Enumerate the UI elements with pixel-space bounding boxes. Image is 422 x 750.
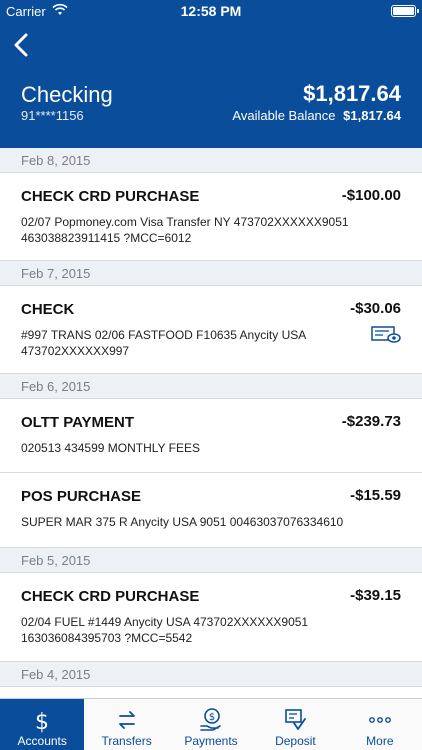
transaction-amount: -$15.59	[350, 487, 401, 504]
battery-icon	[391, 5, 419, 17]
tab-more[interactable]: More	[338, 699, 422, 750]
account-number: 91****1156	[21, 108, 84, 123]
transaction-row[interactable]: CHECK CRD PURCHASE -$100.00 02/07 Popmon…	[0, 173, 422, 261]
dollar-icon: $	[35, 710, 49, 733]
transaction-description: 02/07 Popmoney.com Visa Transfer NY 4737…	[21, 215, 349, 245]
available-balance-value: $1,817.64	[343, 108, 401, 123]
more-dots-icon	[368, 717, 391, 723]
svg-text:$: $	[209, 712, 215, 723]
transaction-title: POS PURCHASE	[21, 488, 142, 505]
transaction-description: 02/04 FUEL #1449 Anycity USA 473702XXXXX…	[21, 615, 309, 645]
status-time: 12:58 PM	[180, 3, 242, 19]
transaction-amount: -$30.06	[350, 300, 401, 317]
transaction-title: OLTT PAYMENT	[21, 414, 135, 431]
transaction-row[interactable]: OLTT PAYMENT -$239.73 020513 434599 MONT…	[0, 399, 422, 473]
transaction-description: #997 TRANS 02/06 FASTFOOD F10635 Anycity…	[21, 328, 306, 358]
account-header: Carrier 12:58 PM Checking 91****1156 $1,…	[0, 0, 422, 148]
transaction-list: Feb 8, 2015 CHECK CRD PURCHASE -$100.00 …	[0, 148, 422, 687]
transaction-title: CHECK CRD PURCHASE	[21, 188, 200, 205]
available-balance-label: Available Balance	[232, 108, 336, 123]
tab-label: More	[366, 734, 394, 748]
svg-text:$: $	[35, 710, 49, 733]
transaction-title: CHECK	[21, 301, 75, 318]
date-header: Feb 8, 2015	[0, 148, 422, 173]
check-image-icon[interactable]	[371, 326, 401, 344]
date-header: Feb 6, 2015	[0, 374, 422, 399]
date-header: Feb 7, 2015	[0, 261, 422, 286]
transaction-description: 020513 434599 MONTHLY FEES	[21, 441, 200, 455]
tab-label: Payments	[184, 734, 238, 748]
transfer-arrows-icon	[118, 711, 135, 729]
tab-bar: $ Accounts Transfers $ Payments Deposit	[0, 698, 422, 750]
payments-icon: $	[200, 708, 221, 731]
back-button[interactable]	[12, 32, 42, 58]
transaction-title: CHECK CRD PURCHASE	[21, 588, 200, 605]
transaction-row[interactable]: CHECK -$30.06 #997 TRANS 02/06 FASTFOOD …	[0, 286, 422, 374]
transaction-row[interactable]: CHECK CRD PURCHASE -$39.15 02/04 FUEL #1…	[0, 573, 422, 662]
transaction-description: SUPER MAR 375 R Anycity USA 9051 0046303…	[21, 515, 344, 529]
transaction-amount: -$239.73	[341, 413, 401, 430]
tab-accounts[interactable]: $ Accounts	[0, 699, 85, 750]
check-deposit-icon	[285, 709, 307, 730]
tab-deposit[interactable]: Deposit	[253, 699, 337, 750]
available-balance: Available Balance $1,817.64	[232, 108, 401, 123]
transaction-row[interactable]: POS PURCHASE -$15.59 SUPER MAR 375 R Any…	[0, 473, 422, 548]
date-header: Feb 5, 2015	[0, 548, 422, 573]
transaction-amount: -$39.15	[350, 587, 401, 604]
account-balance: $1,817.64	[303, 81, 401, 106]
date-header: Feb 4, 2015	[0, 662, 422, 687]
tab-payments[interactable]: $ Payments	[169, 699, 253, 750]
tab-transfers[interactable]: Transfers	[84, 699, 168, 750]
tab-label: Accounts	[17, 734, 67, 748]
tab-label: Deposit	[275, 734, 316, 748]
status-bar: Carrier 12:58 PM	[0, 0, 422, 22]
transaction-amount: -$100.00	[341, 187, 401, 204]
tab-label: Transfers	[101, 734, 152, 748]
account-name: Checking	[21, 82, 113, 107]
